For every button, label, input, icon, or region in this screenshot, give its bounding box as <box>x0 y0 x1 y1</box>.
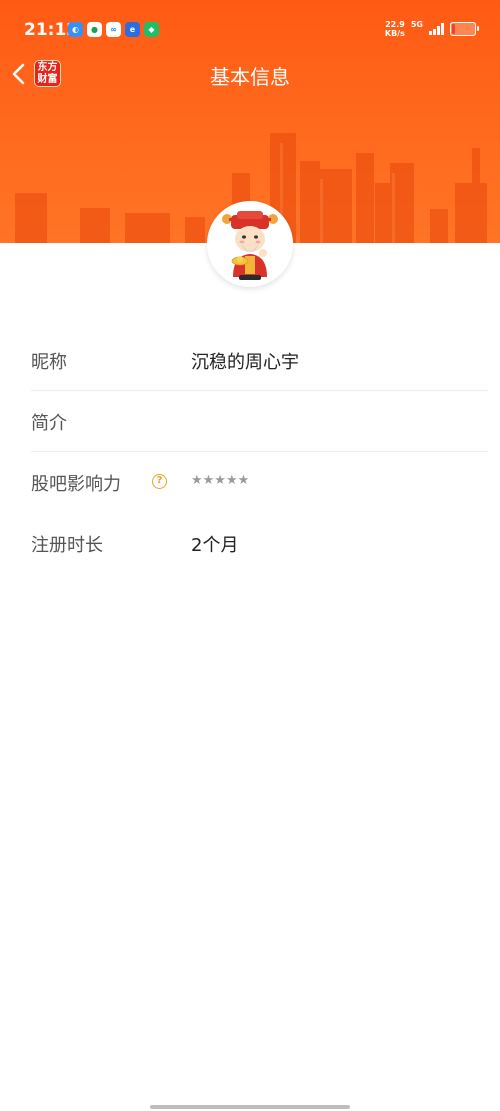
messages-app-icon: ◐ <box>68 22 83 37</box>
network-type: 5G <box>410 20 423 29</box>
influence-row: 股吧影响力 ? ★★★★★ <box>31 452 488 513</box>
intro-row[interactable]: 简介 <box>31 391 488 452</box>
question-help-icon[interactable]: ? <box>152 474 167 489</box>
home-indicator[interactable] <box>150 1105 350 1109</box>
register-label: 注册时长 <box>31 535 103 556</box>
caishen-avatar-icon <box>207 201 293 287</box>
status-bar: 21:12 ◐ ● ∞ e ◆ 22.9 KB/s 5G <box>0 0 500 60</box>
register-value: 2个月 <box>191 535 239 556</box>
wechat-app-icon: ● <box>87 22 102 37</box>
user-avatar[interactable] <box>207 201 293 287</box>
signal-icon <box>429 23 444 35</box>
nickname-value: 沉稳的周心宇 <box>191 352 299 373</box>
shield-app-icon: ◆ <box>144 22 159 37</box>
net-speed-unit: KB/s <box>384 29 405 38</box>
register-duration-row: 注册时长 2个月 <box>31 513 488 574</box>
browser-app-icon: e <box>125 22 140 37</box>
net-speed: 22.9 KB/s <box>385 20 405 38</box>
status-right: 22.9 KB/s 5G <box>385 20 479 38</box>
page-title: 基本信息 <box>210 65 290 89</box>
intro-label: 简介 <box>31 413 67 434</box>
bike-app-icon: ∞ <box>106 22 121 37</box>
net-speed-value: 22.9 <box>385 20 405 29</box>
battery-icon <box>450 22 479 36</box>
battery-level <box>452 24 455 34</box>
influence-stars: ★★★★★ <box>191 473 250 488</box>
nickname-row[interactable]: 昵称 沉稳的周心宇 <box>31 330 488 391</box>
nickname-label: 昵称 <box>31 352 67 373</box>
influence-label: 股吧影响力 <box>31 474 121 495</box>
notification-icons: ◐ ● ∞ e ◆ <box>68 22 159 37</box>
basic-info-list: 昵称 沉稳的周心宇 简介 股吧影响力 ? ★★★★★ 注册时长 2个月 <box>31 330 488 574</box>
